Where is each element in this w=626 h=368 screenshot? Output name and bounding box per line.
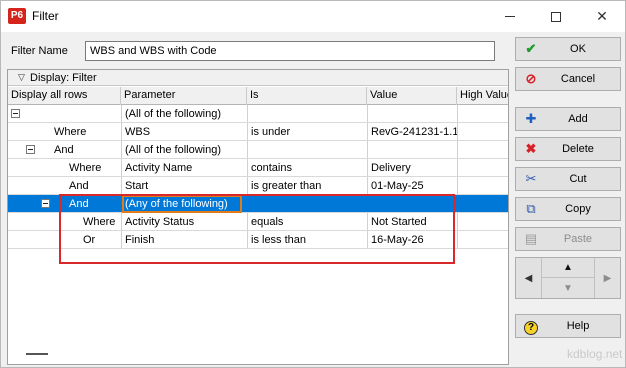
table-row[interactable]: And Start is greater than 01-May-25: [8, 177, 508, 195]
arrow-right-icon: ▶: [603, 272, 612, 284]
minimize-button[interactable]: [487, 1, 533, 32]
close-icon: ✕: [596, 8, 608, 24]
cut-button[interactable]: ✂ Cut: [515, 167, 621, 191]
filter-name-input[interactable]: [85, 41, 495, 61]
row-operator: And: [54, 144, 74, 156]
red-highlight-box: [59, 194, 455, 264]
p6-app-icon: P6: [8, 8, 26, 24]
table-row[interactable]: Where Activity Name contains Delivery: [8, 159, 508, 177]
row-value[interactable]: [368, 141, 457, 159]
filter-dialog: P6 Filter ✕ Filter Name ▽ Display: Filte…: [0, 0, 626, 368]
plus-icon: ✚: [525, 111, 537, 126]
row-operator: And: [69, 180, 89, 192]
row-is[interactable]: [248, 141, 367, 159]
watermark-text: kdblog.net: [567, 347, 623, 361]
row-is[interactable]: contains: [248, 159, 367, 177]
chevron-down-icon[interactable]: ▽: [18, 72, 25, 83]
column-header-is[interactable]: Is: [247, 87, 367, 105]
window-title: Filter: [32, 9, 59, 23]
move-down-button[interactable]: ▼: [542, 278, 594, 298]
row-is[interactable]: is greater than: [248, 177, 367, 195]
paste-button[interactable]: ▤ Paste: [515, 227, 621, 251]
row-value[interactable]: 01-May-25: [368, 177, 457, 195]
add-button[interactable]: ✚ Add: [515, 107, 621, 131]
collapse-icon[interactable]: [41, 199, 50, 208]
row-parameter[interactable]: (All of the following): [122, 141, 247, 159]
row-is[interactable]: [248, 105, 367, 123]
table-row[interactable]: And (All of the following): [8, 141, 508, 159]
title-bar[interactable]: P6 Filter ✕: [1, 1, 625, 32]
row-operator: Where: [69, 162, 102, 174]
arrow-up-icon: ▲: [563, 262, 573, 273]
cancel-button[interactable]: ⊘ Cancel: [515, 67, 621, 91]
column-header-value[interactable]: Value: [367, 87, 457, 105]
row-is[interactable]: is under: [248, 123, 367, 141]
copy-button[interactable]: ⧉ Copy: [515, 197, 621, 221]
row-value[interactable]: RevG-241231-1.1: [368, 123, 457, 141]
help-button[interactable]: ? Help: [515, 314, 621, 338]
delete-button[interactable]: ✖ Delete: [515, 137, 621, 161]
row-value[interactable]: [368, 105, 457, 123]
splitter-handle[interactable]: [26, 353, 48, 355]
scissors-icon: ✂: [525, 171, 537, 186]
table-row[interactable]: (All of the following): [8, 105, 508, 123]
row-parameter[interactable]: WBS: [122, 123, 247, 141]
move-up-button[interactable]: ▲: [542, 258, 594, 278]
close-button[interactable]: ✕: [579, 1, 625, 32]
minimize-icon: [505, 16, 515, 17]
row-operator: Where: [54, 126, 87, 138]
display-options-bar[interactable]: ▽ Display: Filter: [8, 70, 508, 86]
table-row[interactable]: Where WBS is under RevG-241231-1.1: [8, 123, 508, 141]
red-x-icon: ✖: [525, 141, 537, 156]
help-icon: ?: [523, 318, 539, 335]
row-value[interactable]: Delivery: [368, 159, 457, 177]
column-header-parameter[interactable]: Parameter: [121, 87, 247, 105]
arrow-down-icon: ▼: [563, 282, 573, 294]
maximize-icon: [551, 11, 561, 22]
move-navigation-pad: ◀ ▲ ▼ ▶: [515, 257, 621, 299]
arrow-left-icon: ◀: [524, 272, 533, 284]
move-right-button[interactable]: ▶: [594, 258, 620, 298]
move-left-button[interactable]: ◀: [516, 258, 542, 298]
row-parameter[interactable]: Start: [122, 177, 247, 195]
filter-grid[interactable]: ▽ Display: Filter Display all rows Param…: [7, 69, 509, 365]
maximize-button[interactable]: [533, 1, 579, 32]
filter-name-label: Filter Name: [11, 45, 68, 57]
no-entry-icon: ⊘: [525, 71, 537, 86]
copy-icon: ⧉: [526, 201, 536, 216]
collapse-icon[interactable]: [11, 109, 20, 118]
checkmark-icon: ✔: [525, 41, 537, 56]
column-header-high-value[interactable]: High Value: [457, 87, 508, 105]
display-filter-label[interactable]: Display: Filter: [30, 72, 97, 84]
row-parameter[interactable]: (All of the following): [122, 105, 247, 123]
row-parameter[interactable]: Activity Name: [122, 159, 247, 177]
collapse-icon[interactable]: [26, 145, 35, 154]
ok-button[interactable]: ✔ OK: [515, 37, 621, 61]
column-header-display[interactable]: Display all rows: [8, 87, 121, 105]
grid-header: Display all rows Parameter Is Value High…: [8, 87, 508, 105]
row-operator: [28, 105, 121, 123]
paste-icon: ▤: [524, 231, 538, 246]
